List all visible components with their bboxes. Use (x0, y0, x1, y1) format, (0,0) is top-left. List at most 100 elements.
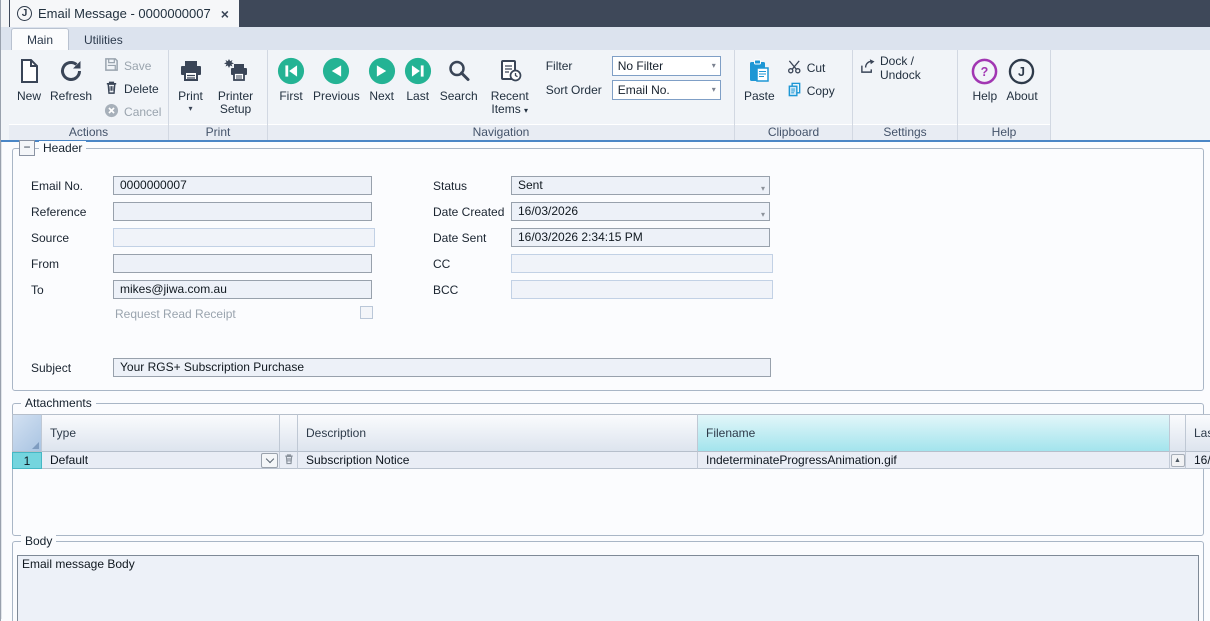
copy-button[interactable]: Copy (783, 79, 839, 102)
delete-attachment-button[interactable] (280, 452, 298, 469)
refresh-icon (58, 55, 84, 87)
ribbon-group-print: Print ▾ Printer Setup Print (169, 50, 268, 140)
type-cell[interactable]: Default (42, 452, 280, 469)
group-caption-print: Print (169, 124, 267, 140)
dropdown-arrow-icon: ▾ (524, 106, 529, 115)
column-header-last[interactable]: Last (1186, 414, 1210, 452)
attachments-group-title: Attachments (21, 396, 96, 410)
ribbon: New Refresh Save Delete Cancel Actions P… (1, 50, 1210, 142)
close-tab-icon[interactable]: × (221, 6, 229, 22)
cancel-button[interactable]: Cancel (100, 100, 165, 123)
help-button[interactable]: ? Help (967, 52, 1002, 103)
ribbon-filler (1051, 50, 1210, 140)
about-icon: J (1008, 55, 1035, 87)
combo-arrow-icon: ▾ (711, 85, 716, 94)
type-dropdown-button[interactable] (261, 452, 278, 468)
grid-select-all-cell[interactable] (12, 414, 42, 452)
printer-setup-button[interactable]: Printer Setup (208, 52, 264, 116)
dropdown-arrow-icon: ▾ (188, 104, 193, 113)
window-edge (1, 0, 10, 27)
column-header-description[interactable]: Description (298, 414, 698, 452)
date-sent-label: Date Sent (433, 231, 487, 245)
sort-order-combobox[interactable]: Email No. ▾ (611, 80, 721, 100)
filename-cell[interactable]: IndeterminateProgressAnimation.gif (698, 452, 1170, 469)
about-button[interactable]: J About (1002, 52, 1041, 103)
row-up-cell[interactable]: ▲ (1170, 452, 1186, 469)
reference-field[interactable] (113, 202, 372, 221)
last-button[interactable]: Last (400, 52, 436, 103)
previous-button[interactable]: Previous (309, 52, 364, 103)
group-caption-clipboard: Clipboard (735, 124, 852, 140)
ribbon-group-settings: Dock / Undock Settings (853, 50, 958, 140)
paste-button[interactable]: Paste (740, 52, 779, 103)
attachment-row[interactable]: 1 Default Subscription Notice Indetermin… (12, 452, 1210, 469)
previous-record-icon (322, 55, 350, 87)
attachments-grid: Type Description Filename Last 1 Default (12, 414, 1210, 469)
column-header-filename[interactable]: Filename (698, 414, 1170, 452)
to-field[interactable]: mikes@jiwa.com.au (113, 280, 372, 299)
email-no-label: Email No. (31, 179, 84, 193)
filter-label: Filter (545, 59, 573, 73)
dock-undock-button[interactable]: Dock / Undock (856, 54, 955, 82)
request-read-receipt-checkbox[interactable] (360, 306, 373, 319)
new-document-icon (16, 55, 42, 87)
chevron-down-icon (265, 454, 274, 463)
from-field[interactable] (113, 254, 372, 273)
save-button[interactable]: Save (100, 54, 165, 77)
last-modified-cell[interactable]: 16/0 (1186, 452, 1210, 469)
titlebar: J Email Message - 0000000007 × (1, 0, 1210, 27)
row-number-cell[interactable]: 1 (12, 452, 42, 469)
document-tab-title: Email Message - 0000000007 (38, 6, 211, 21)
printer-setup-icon (223, 55, 249, 87)
refresh-button[interactable]: Refresh (46, 52, 96, 103)
subject-field[interactable]: Your RGS+ Subscription Purchase (113, 358, 771, 377)
cut-button[interactable]: Cut (783, 56, 839, 79)
grid-header-row: Type Description Filename Last (12, 414, 1210, 452)
cc-label: CC (433, 257, 451, 271)
status-combobox[interactable]: Sent ▾ (511, 176, 770, 195)
source-label: Source (31, 231, 70, 245)
last-record-icon (404, 55, 432, 87)
new-button[interactable]: New (12, 52, 46, 103)
date-created-picker[interactable]: 16/03/2026 ▾ (511, 202, 770, 221)
help-icon: ? (971, 55, 998, 87)
recent-items-button[interactable]: Recent Items ▾ (482, 52, 538, 117)
body-group-title: Body (21, 534, 57, 548)
ribbon-group-actions: New Refresh Save Delete Cancel Actions (9, 50, 169, 140)
print-button[interactable]: Print ▾ (174, 52, 208, 113)
ribbon-group-clipboard: Paste Cut Copy Clipboard (735, 50, 853, 140)
collapse-header-button[interactable]: − (19, 140, 35, 156)
next-button[interactable]: Next (364, 52, 400, 103)
body-text-area[interactable]: Email message Body (17, 555, 1199, 621)
reference-label: Reference (31, 205, 87, 219)
email-no-field[interactable]: 0000000007 (113, 176, 372, 195)
bcc-label: BCC (433, 283, 459, 297)
trash-icon (104, 80, 119, 98)
combo-arrow-icon: ▾ (711, 61, 716, 70)
recent-items-icon (497, 55, 523, 87)
tab-main[interactable]: Main (11, 28, 70, 50)
ribbon-tab-bar: Main Utilities (1, 27, 1210, 50)
column-header-type[interactable]: Type (42, 414, 280, 452)
first-button[interactable]: First (273, 52, 309, 103)
delete-button[interactable]: Delete (100, 77, 165, 100)
jiwa-logo-icon: J (17, 6, 32, 21)
column-header-spacer (1170, 414, 1186, 452)
form-content: − Header Email No. 0000000007 Reference … (1, 140, 1210, 621)
scroll-up-icon[interactable]: ▲ (1170, 453, 1185, 467)
cancel-icon (104, 103, 119, 121)
scissors-icon (787, 59, 802, 77)
next-record-icon (368, 55, 396, 87)
ribbon-group-navigation: First Previous Next Last Search Recent I… (268, 50, 735, 140)
group-caption-settings: Settings (853, 124, 957, 140)
description-cell[interactable]: Subscription Notice (298, 452, 698, 469)
email-message-window: J Email Message - 0000000007 × Main Util… (0, 0, 1210, 621)
document-tab[interactable]: J Email Message - 0000000007 × (10, 0, 239, 27)
subject-label: Subject (31, 361, 72, 375)
to-label: To (31, 283, 44, 297)
status-label: Status (433, 179, 468, 193)
request-read-receipt-label: Request Read Receipt (115, 307, 236, 321)
filter-combobox[interactable]: No Filter ▾ (611, 56, 721, 76)
search-button[interactable]: Search (436, 52, 482, 103)
tab-utilities[interactable]: Utilities (69, 29, 138, 50)
